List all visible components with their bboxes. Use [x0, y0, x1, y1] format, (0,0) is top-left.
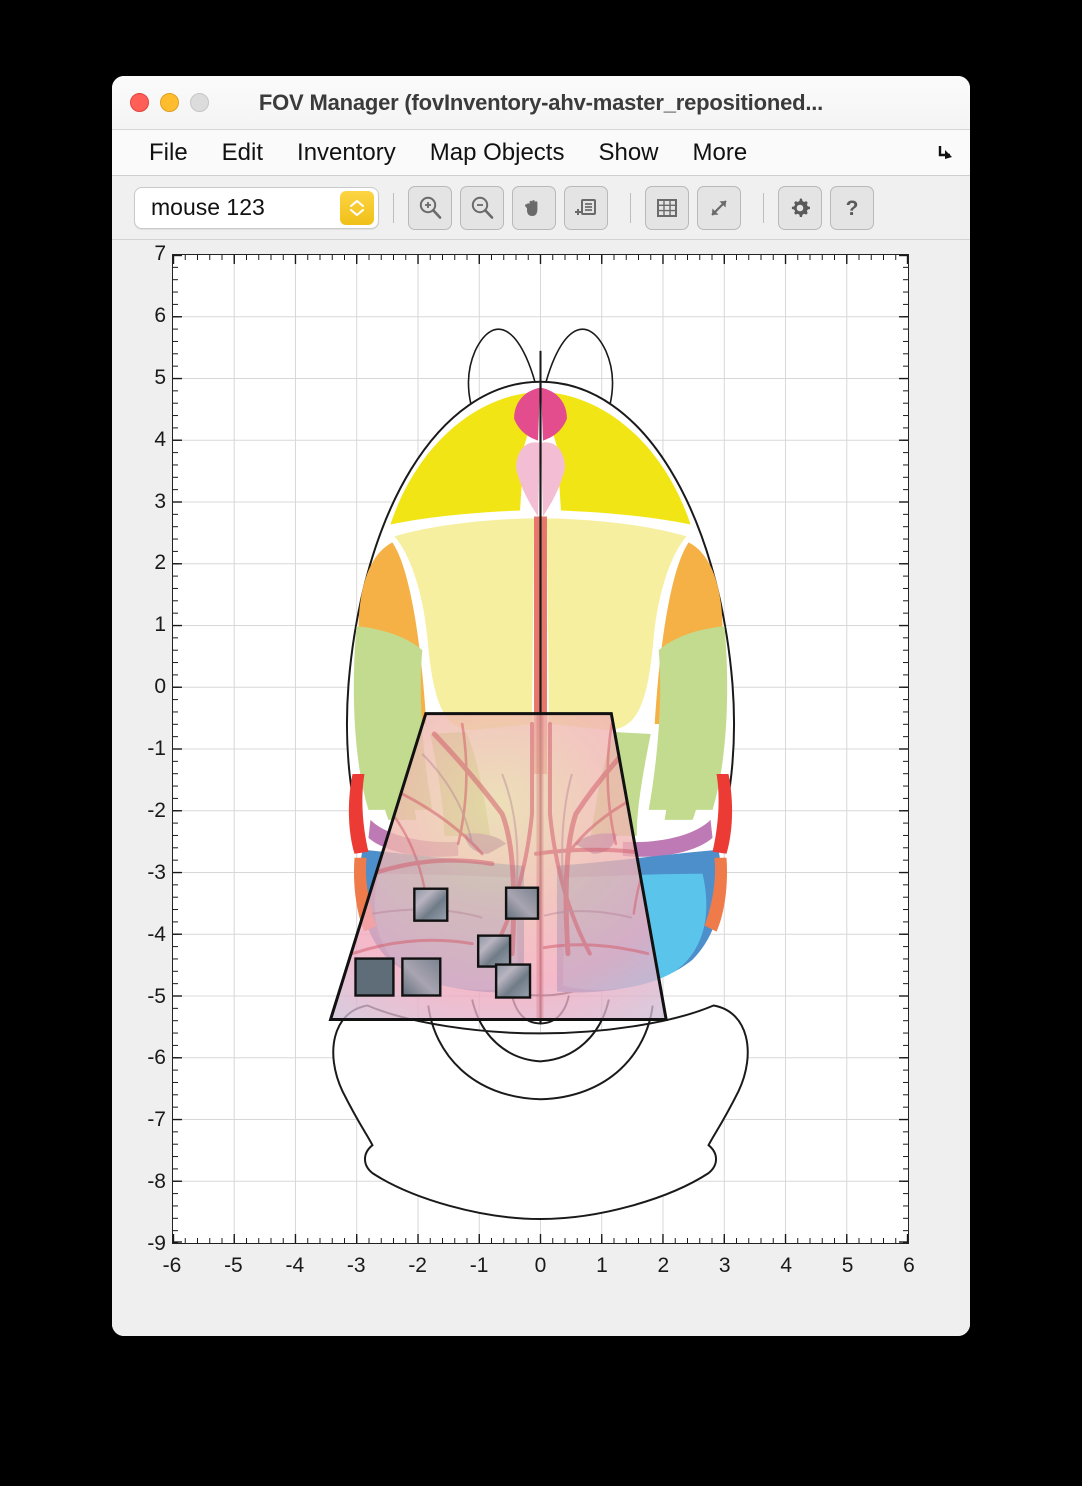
plot-canvas-area: 7 6 5 4 3 2 1 0 -1 -2 -3 -4 -5 -6 -7 -8 -9 -6 -5 -4 -3 -2 -1 0… [112, 240, 970, 1336]
document-plus-icon [575, 198, 596, 215]
toolbar-separator-3 [763, 192, 764, 223]
window-titlebar: FOV Manager (fovInventory-ahv-master_rep… [112, 76, 970, 130]
help-button[interactable]: ? [830, 185, 874, 230]
y-tick-label: -5 [147, 984, 166, 1008]
x-tick-label: -4 [285, 1254, 305, 1277]
y-tick-label: 3 [154, 489, 166, 513]
x-tick-label: 6 [903, 1254, 915, 1277]
x-tick-label: 5 [841, 1254, 854, 1277]
add-annotation-button[interactable] [564, 185, 608, 230]
fit-view-button[interactable] [697, 185, 741, 230]
svg-text:?: ? [846, 197, 859, 220]
y-tick-label: 4 [154, 427, 166, 451]
hand-icon [525, 199, 538, 216]
x-tick-label: 2 [657, 1254, 670, 1277]
arrow-down-right-icon[interactable] [936, 143, 956, 163]
x-tick-label: -6 [162, 1254, 182, 1277]
menu-show[interactable]: Show [581, 139, 675, 167]
y-tick-label: 1 [154, 613, 166, 637]
y-tick-label: 6 [154, 303, 166, 327]
x-tick-label: -3 [346, 1254, 366, 1277]
magnifier-minus-icon [471, 196, 494, 219]
menu-inventory[interactable]: Inventory [280, 139, 413, 167]
fov-rect-5[interactable] [401, 957, 442, 997]
fov-rect-1[interactable] [413, 887, 449, 922]
y-tick-label: -1 [147, 737, 166, 760]
gear-icon [791, 197, 810, 217]
brain-atlas-plot[interactable] [172, 254, 909, 1244]
x-tick-label: 4 [780, 1254, 792, 1277]
toolbar-separator-2 [630, 192, 631, 223]
grid-icon [657, 198, 677, 217]
y-tick-label: -8 [147, 1170, 166, 1194]
y-tick-label: -9 [147, 1232, 166, 1255]
toolbar: mouse 123 ? [112, 176, 970, 240]
magnifier-plus-icon [419, 196, 442, 219]
y-tick-label: -4 [147, 922, 166, 946]
up-down-chevron-icon[interactable] [340, 190, 374, 225]
x-tick-label: -1 [469, 1254, 489, 1277]
pan-button[interactable] [512, 185, 556, 230]
mouse-select-value: mouse 123 [151, 194, 265, 220]
menubar: File Edit Inventory Map Objects Show Mor… [112, 130, 970, 176]
y-tick-label: -2 [147, 798, 166, 822]
settings-button[interactable] [778, 185, 822, 230]
x-tick-label: 1 [596, 1254, 608, 1277]
fov-rect-2[interactable] [504, 886, 540, 920]
minimize-button[interactable] [160, 93, 179, 112]
toolbar-separator-1 [393, 192, 394, 223]
x-tick-label: -2 [408, 1254, 427, 1277]
mouse-select[interactable]: mouse 123 [134, 186, 379, 229]
y-tick-label: -6 [147, 1046, 166, 1070]
menu-file[interactable]: File [132, 139, 205, 167]
y-tick-label: 2 [154, 551, 166, 575]
fov-rect-3[interactable] [476, 934, 512, 968]
x-tick-label: 0 [534, 1254, 547, 1277]
y-tick-label: 5 [154, 365, 166, 389]
y-tick-label: 0 [154, 675, 166, 699]
zoom-button [190, 93, 209, 112]
menu-more[interactable]: More [676, 139, 765, 167]
expand-diagonal-icon [711, 199, 727, 216]
y-tick-label: 7 [154, 242, 166, 265]
close-button[interactable] [130, 93, 149, 112]
window-title: FOV Manager (fovInventory-ahv-master_rep… [258, 89, 824, 115]
y-tick-label: -3 [147, 860, 166, 884]
menu-map-objects[interactable]: Map Objects [413, 139, 582, 167]
zoom-in-button[interactable] [408, 185, 452, 230]
fov-rect-6[interactable] [494, 963, 532, 999]
x-tick-label: 3 [718, 1254, 731, 1277]
fov-manager-window: FOV Manager (fovInventory-ahv-master_rep… [112, 76, 970, 1336]
brain-atlas-svg [173, 255, 908, 1243]
traffic-lights [130, 93, 209, 112]
fov-rect-4[interactable] [354, 957, 395, 997]
question-mark-icon: ? [846, 197, 859, 220]
x-tick-label: -5 [224, 1254, 243, 1277]
menu-edit[interactable]: Edit [205, 139, 280, 167]
grid-toggle-button[interactable] [645, 185, 689, 230]
y-tick-label: -7 [147, 1108, 166, 1132]
zoom-out-button[interactable] [460, 185, 504, 230]
